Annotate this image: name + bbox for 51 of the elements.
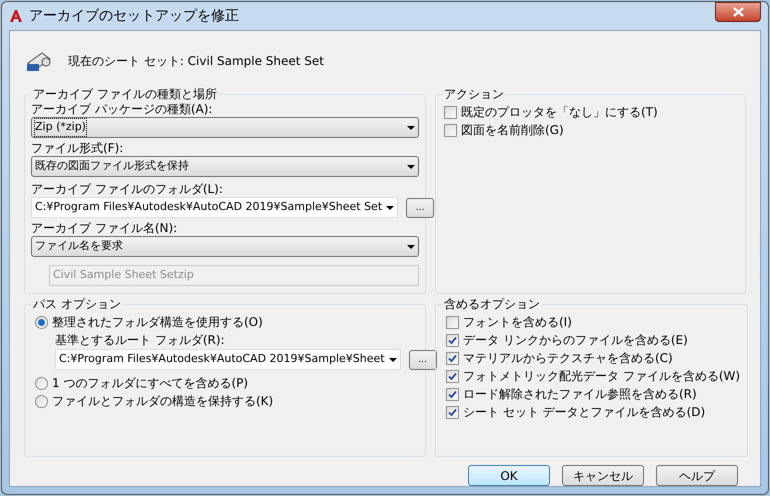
checkbox[interactable] — [446, 388, 459, 400]
dropdown[interactable]: 既存の図面ファイル形式を保持 — [31, 156, 419, 177]
group-title: アクション — [442, 87, 506, 101]
dropdown-arrow-icon — [407, 126, 415, 130]
checkbox-label: マテリアルからテクスチャを含める(C) — [463, 350, 673, 367]
dropdown-arrow-icon — [388, 358, 397, 362]
dialog-button[interactable]: OK — [468, 465, 550, 486]
dropdown-arrow-icon — [386, 206, 394, 210]
path-combo-box[interactable]: C:¥Program Files¥Autodesk¥AutoCAD 2019¥Sample¥Sheet — [55, 349, 401, 370]
close-button[interactable] — [715, 2, 761, 22]
field-label: ファイル形式(F): — [31, 140, 124, 156]
dropdown-arrow-icon — [407, 244, 415, 248]
window-title: アーカイブのセットアップを修正 — [29, 6, 239, 26]
field-label: アーカイブ パッケージの種類(A): — [31, 101, 214, 117]
radio-button[interactable] — [35, 376, 48, 390]
group-title: 含めるオプション — [442, 297, 542, 311]
dropdown[interactable]: Zip (*zip) — [31, 117, 419, 138]
checkbox-label: 既定のプロッタを「なし」にする(T) — [461, 104, 658, 121]
field-label: アーカイブ ファイル名(N): — [31, 220, 178, 236]
radio-label: ファイルとフォルダの構造を保持する(K) — [52, 393, 274, 410]
group-title: パス オプション — [31, 297, 123, 311]
checkbox-label: フォントを含める(I) — [463, 314, 572, 331]
radio-button[interactable] — [35, 316, 48, 328]
group-title: アーカイブ ファイルの種類と場所 — [31, 87, 219, 101]
radio-label: 整理されたフォルダ構造を使用する(O) — [52, 314, 263, 331]
field-label: 基準とするルート フォルダ(R): — [55, 332, 226, 349]
checkbox[interactable] — [444, 106, 457, 118]
current-sheet-set-text: 現在のシート セット: Civil Sample Sheet Set — [68, 53, 324, 70]
dialog-button[interactable]: キャンセル — [562, 465, 644, 486]
checkbox-label: シート セット データとファイルを含める(D) — [463, 404, 706, 421]
radio-button[interactable] — [35, 394, 48, 408]
dialog-button[interactable]: ヘルプ — [656, 465, 738, 486]
checkbox[interactable] — [446, 370, 459, 382]
checkbox[interactable] — [446, 406, 459, 418]
checkbox-label: 図面を名前削除(G) — [461, 122, 564, 139]
close-icon — [732, 7, 744, 17]
checkbox-label: フォトメトリック配光データ ファイルを含める(W) — [463, 368, 740, 385]
browse-button[interactable]: ... — [408, 350, 437, 370]
path-combo-box[interactable]: C:¥Program Files¥Autodesk¥AutoCAD 2019¥Sample¥Sheet Set — [31, 197, 398, 218]
checkbox[interactable] — [444, 124, 457, 136]
radio-label: 1 つのフォルダにすべてを含める(P) — [52, 375, 248, 392]
browse-button[interactable]: ... — [406, 198, 434, 218]
field-label: アーカイブ ファイルのフォルダ(L): — [31, 181, 224, 197]
dropdown-arrow-icon — [407, 164, 415, 168]
checkbox[interactable] — [446, 334, 459, 346]
checkbox-label: データ リンクからのファイルを含める(E) — [463, 332, 688, 349]
dropdown[interactable]: ファイル名を要求 — [31, 236, 419, 257]
checkbox[interactable] — [446, 316, 459, 328]
checkbox[interactable] — [446, 352, 459, 364]
app-logo-icon — [9, 9, 23, 23]
checkbox-label: ロード解除されたファイル参照を含める(R) — [463, 386, 697, 403]
